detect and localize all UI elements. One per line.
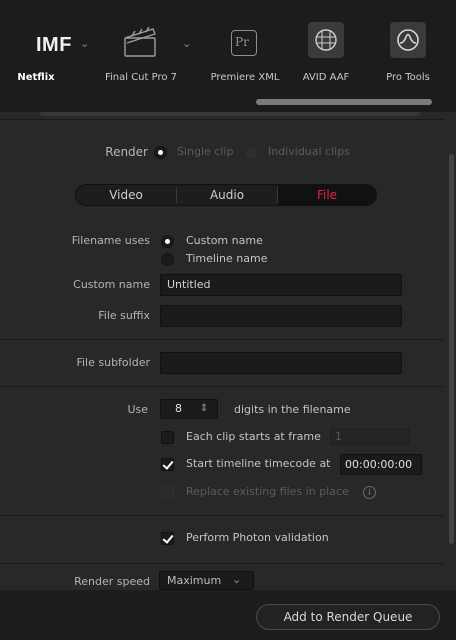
render-single-clip-label: Single clip [177, 145, 234, 158]
render-individual-clips-label: Individual clips [268, 145, 350, 158]
preset-imf[interactable]: IMF Netflix [10, 0, 82, 100]
collapsed-header-edge [40, 112, 420, 116]
photon-validation-checkbox[interactable] [161, 532, 174, 545]
start-timeline-timecode-checkbox[interactable] [161, 458, 174, 471]
add-to-render-queue-button[interactable]: Add to Render Queue [256, 604, 440, 630]
clapperboard-icon [124, 26, 156, 57]
divider [0, 563, 444, 564]
file-suffix-label: File suffix [98, 309, 150, 322]
preset-scrollbar[interactable] [256, 99, 432, 105]
avid-icon [308, 22, 344, 58]
render-speed-dropdown[interactable]: Maximum ⌄ [159, 571, 254, 590]
preset-label-pro-tools: Pro Tools [386, 72, 430, 83]
tab-audio[interactable]: Audio [177, 185, 277, 205]
preset-bar: IMF Netflix ⌄ Final Cut Pro 7 ⌄ Pr Premi… [0, 0, 456, 112]
protools-icon [390, 22, 426, 58]
replace-existing-checkbox[interactable] [161, 486, 174, 499]
file-suffix-input[interactable] [160, 305, 402, 327]
digits-value: 8 [175, 402, 182, 415]
divider [0, 515, 444, 516]
premiere-icon: Pr [231, 30, 257, 56]
filename-uses-label: Filename uses [71, 234, 150, 247]
file-subfolder-label: File subfolder [76, 356, 150, 369]
custom-name-input[interactable]: Untitled [160, 274, 402, 296]
info-icon[interactable]: i [363, 486, 376, 499]
tab-file[interactable]: File [278, 185, 376, 205]
custom-name-option-label: Custom name [186, 234, 263, 247]
divider [0, 386, 444, 387]
start-timecode-input[interactable]: 00:00:00:00 [340, 454, 422, 475]
custom-name-label: Custom name [73, 278, 150, 291]
stepper-arrows-icon: ⇕ [200, 403, 209, 414]
settings-tab-bar: Video Audio File [75, 184, 377, 206]
file-subfolder-input[interactable] [160, 352, 402, 374]
preset-final-cut-pro-7[interactable]: Final Cut Pro 7 [98, 0, 184, 100]
custom-name-radio[interactable] [161, 235, 174, 248]
preset-premiere-xml[interactable]: Pr Premiere XML [200, 0, 290, 100]
render-speed-value: Maximum [167, 574, 222, 587]
chevron-down-icon: ⌄ [232, 573, 242, 586]
preset-label-premiere: Premiere XML [210, 72, 280, 83]
tab-video[interactable]: Video [76, 185, 176, 205]
use-label: Use [127, 403, 148, 416]
preset-avid-aaf[interactable]: AVID AAF [296, 0, 356, 100]
render-label: Render [105, 145, 148, 159]
render-speed-label: Render speed [74, 575, 150, 588]
digits-suffix-label: digits in the filename [234, 403, 351, 416]
imf-logo: IMF [36, 34, 72, 56]
render-individual-clips-radio[interactable] [245, 146, 258, 159]
start-frame-input[interactable]: 1 [328, 426, 412, 447]
chevron-down-icon[interactable]: ⌄ [80, 37, 89, 50]
each-clip-starts-label: Each clip starts at frame [186, 430, 321, 443]
divider [0, 339, 444, 340]
preset-label-final-cut: Final Cut Pro 7 [104, 72, 178, 83]
replace-existing-label: Replace existing files in place [186, 485, 349, 498]
timeline-name-radio[interactable] [161, 253, 174, 266]
divider [0, 119, 444, 120]
preset-label-netflix: Netflix [17, 72, 55, 83]
each-clip-starts-checkbox[interactable] [161, 431, 174, 444]
preset-label-avid: AVID AAF [302, 72, 350, 83]
photon-validation-label: Perform Photon validation [186, 531, 329, 544]
digits-stepper[interactable]: 8 ⇕ [160, 399, 218, 419]
preset-pro-tools[interactable]: Pro Tools [372, 0, 444, 100]
timeline-name-option-label: Timeline name [186, 252, 268, 265]
start-timeline-timecode-label: Start timeline timecode at [186, 457, 331, 470]
chevron-down-icon[interactable]: ⌄ [182, 37, 191, 50]
render-single-clip-radio[interactable] [154, 146, 167, 159]
panel-scrollbar[interactable] [449, 154, 454, 544]
